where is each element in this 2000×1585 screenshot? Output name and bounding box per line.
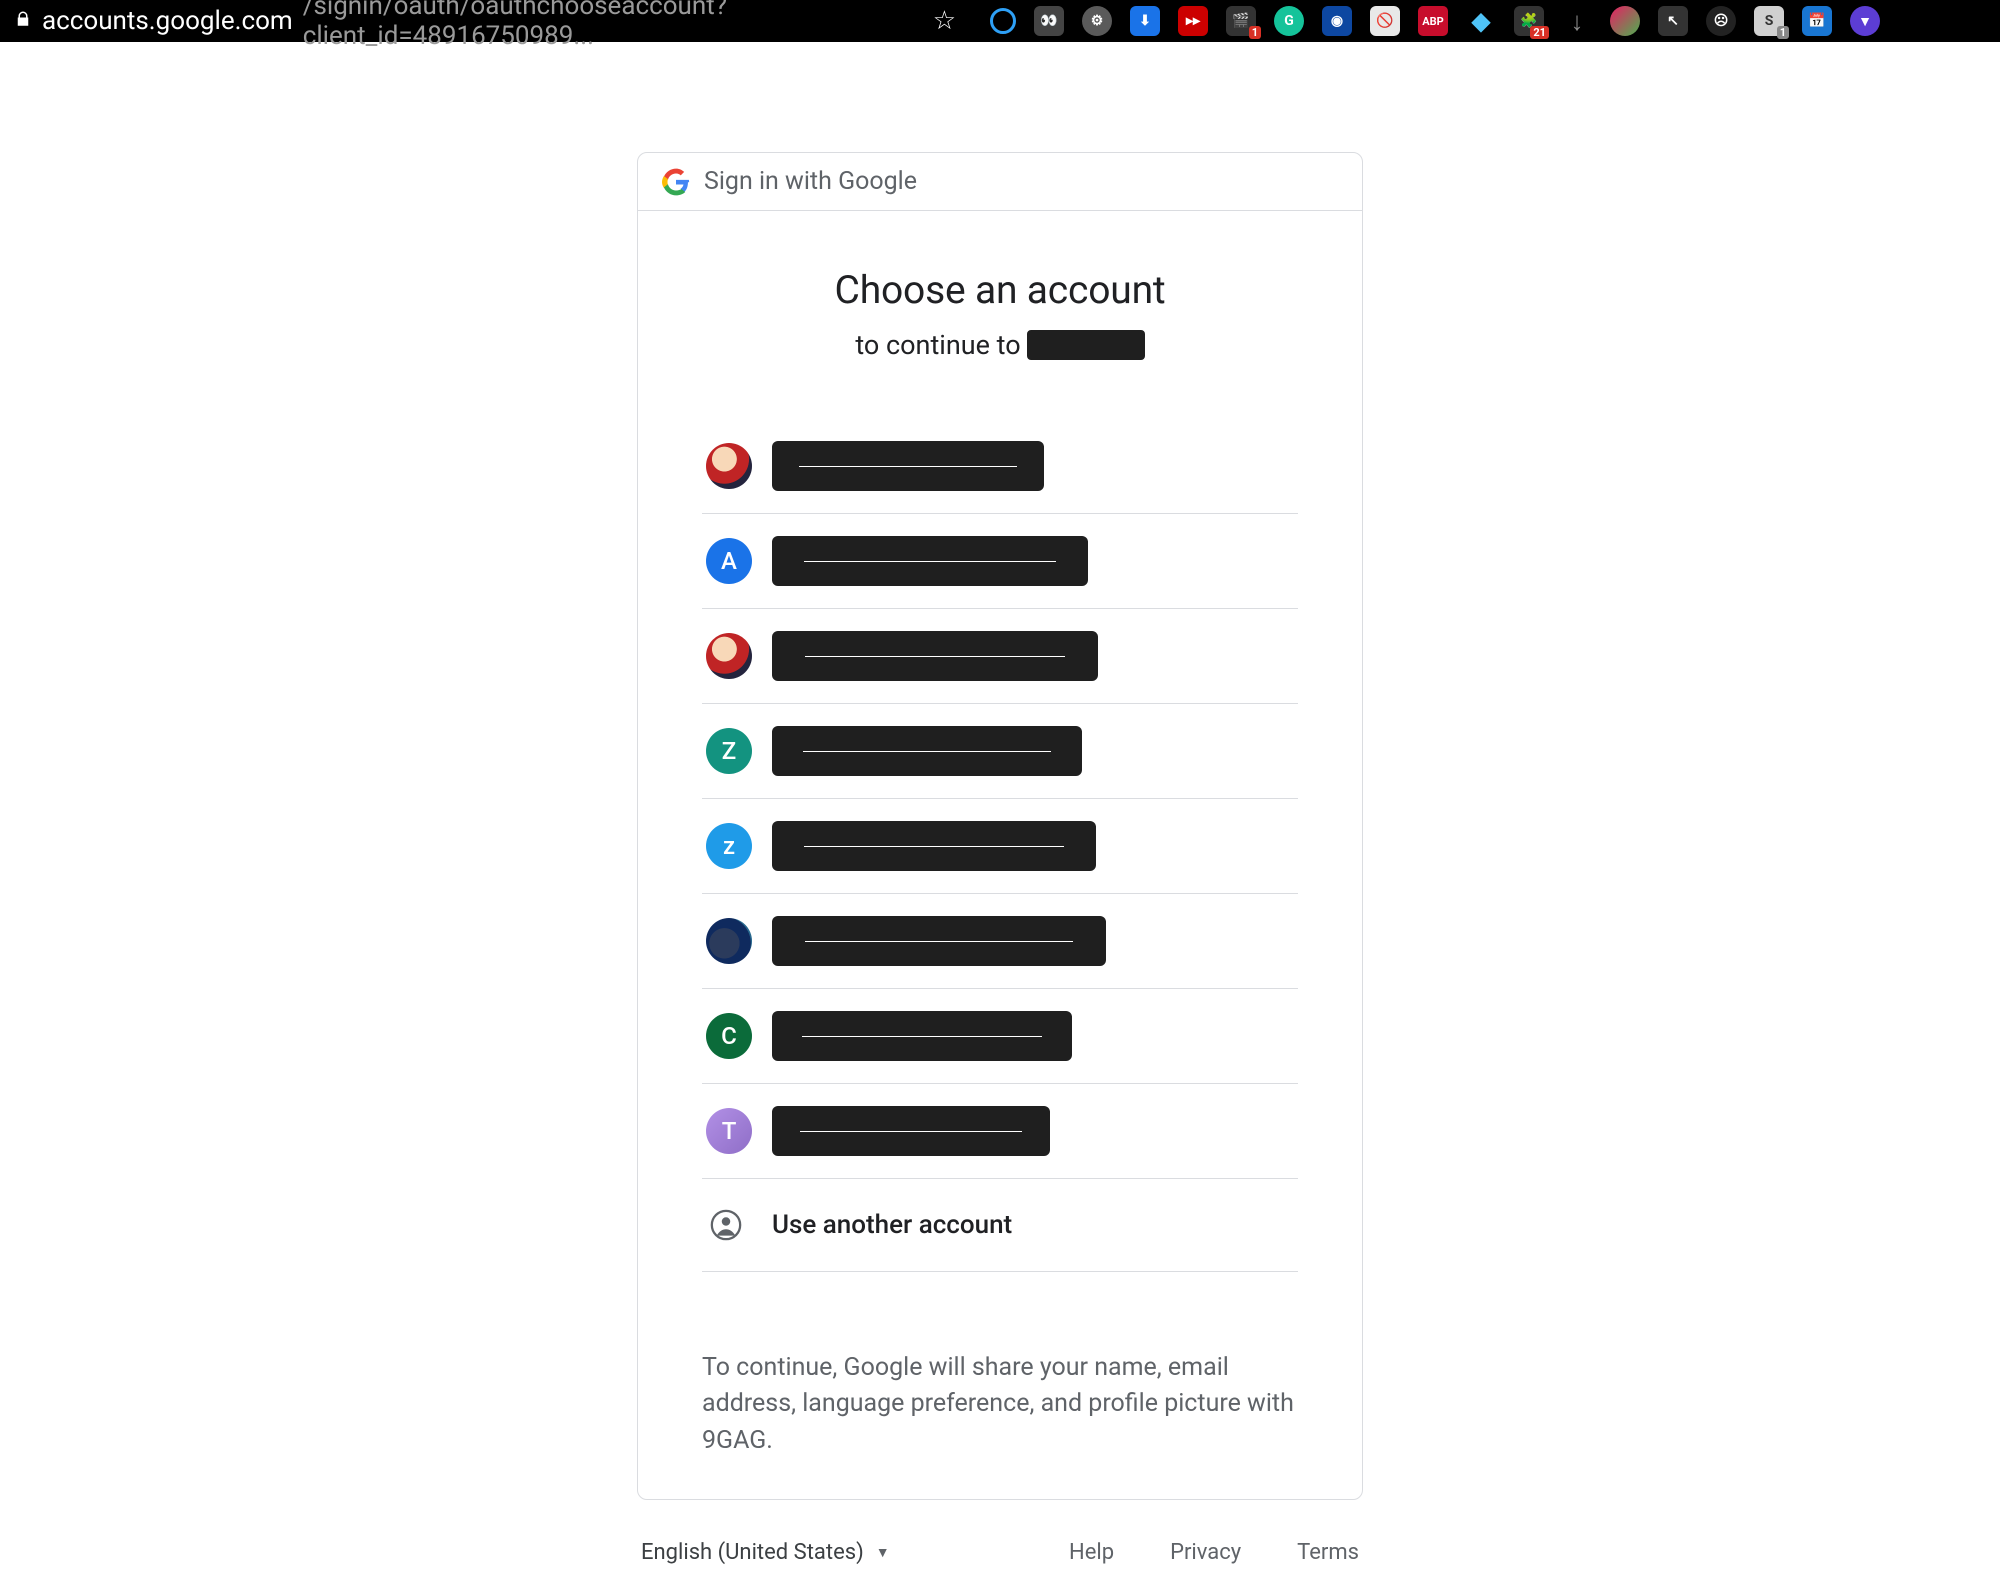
card-header: Sign in with Google: [638, 153, 1362, 211]
footer-links: Help Privacy Terms: [1069, 1540, 1359, 1565]
extension-icons: 👀 ⚙ ⬇ ▸▸ 🎬1 G ◉ 🚫 ABP ◆ 🧩21 ↓ ↖ ☹ S1 📅 ▼: [990, 6, 1880, 36]
ext-icon-puzzle[interactable]: 🧩21: [1514, 6, 1544, 36]
page-footer: English (United States) ▼ Help Privacy T…: [637, 1540, 1363, 1585]
account-row[interactable]: [702, 894, 1298, 989]
account-row[interactable]: [702, 431, 1298, 514]
ext-icon-calendar[interactable]: 📅: [1802, 6, 1832, 36]
bookmark-star-icon[interactable]: ☆: [933, 6, 956, 36]
account-info-redacted: [772, 441, 1044, 491]
ext-icon-face[interactable]: ☹: [1706, 6, 1736, 36]
footer-privacy-link[interactable]: Privacy: [1170, 1540, 1241, 1565]
ext-icon-s[interactable]: S1: [1754, 6, 1784, 36]
ext-icon-diamond[interactable]: ◆: [1466, 6, 1496, 36]
language-label: English (United States): [641, 1540, 864, 1565]
account-row[interactable]: z: [702, 799, 1298, 894]
account-row[interactable]: Z: [702, 704, 1298, 799]
choose-account-headline: Choose an account: [702, 267, 1298, 313]
address-bar[interactable]: accounts.google.com/signin/oauth/oauthch…: [8, 3, 968, 39]
avatar: T: [706, 1108, 752, 1154]
avatar: [706, 918, 752, 964]
continue-to-prefix: to continue to: [855, 329, 1020, 361]
account-info-redacted: [772, 1106, 1050, 1156]
language-selector[interactable]: English (United States) ▼: [641, 1540, 890, 1565]
chevron-down-icon: ▼: [876, 1544, 890, 1561]
url-host: accounts.google.com: [42, 6, 293, 36]
account-info-redacted: [772, 916, 1106, 966]
page-content: Sign in with Google Choose an account to…: [0, 42, 2000, 1585]
account-info-redacted: [772, 821, 1096, 871]
use-another-account-label: Use another account: [772, 1210, 1012, 1240]
signin-with-google-label: Sign in with Google: [704, 167, 917, 196]
ext-icon-owl[interactable]: 👀: [1034, 6, 1064, 36]
account-row[interactable]: [702, 609, 1298, 704]
continue-to-subline: to continue to: [702, 329, 1298, 361]
ext-icon-circle-blue[interactable]: [990, 8, 1016, 34]
ext-icon-grammarly[interactable]: G: [1274, 6, 1304, 36]
footer-help-link[interactable]: Help: [1069, 1540, 1114, 1565]
ext-icon-cursor[interactable]: ↖: [1658, 6, 1688, 36]
ext-icon-funnel[interactable]: ▼: [1850, 6, 1880, 36]
ext-icon-compass[interactable]: [1610, 6, 1640, 36]
avatar: z: [706, 823, 752, 869]
card-body: Choose an account to continue to A Zz C T U…: [638, 211, 1362, 1499]
account-info-redacted: [772, 1011, 1072, 1061]
account-info-redacted: [772, 631, 1098, 681]
account-row[interactable]: T: [702, 1084, 1298, 1179]
avatar: A: [706, 538, 752, 584]
avatar: C: [706, 1013, 752, 1059]
account-info-redacted: [772, 726, 1082, 776]
use-another-account[interactable]: Use another account: [702, 1179, 1298, 1272]
ext-icon-abp[interactable]: ABP: [1418, 6, 1448, 36]
app-name-redacted: [1027, 330, 1145, 360]
ext-icon-download[interactable]: ⬇: [1130, 6, 1160, 36]
ext-icon-video-badge[interactable]: 🎬1: [1226, 6, 1256, 36]
signin-card: Sign in with Google Choose an account to…: [637, 152, 1363, 1500]
ext-icon-gear[interactable]: ⚙: [1082, 6, 1112, 36]
footer-terms-link[interactable]: Terms: [1297, 1540, 1359, 1565]
url-path: /signin/oauth/oauthchooseaccount?client_…: [303, 0, 909, 51]
person-circle-icon: [708, 1207, 744, 1243]
lock-icon: [14, 9, 32, 33]
disclosure-text: To continue, Google will share your name…: [702, 1350, 1298, 1459]
account-row[interactable]: A: [702, 514, 1298, 609]
account-row[interactable]: C: [702, 989, 1298, 1084]
google-logo-icon: [662, 168, 690, 196]
ext-icon-arrow-down[interactable]: ↓: [1562, 6, 1592, 36]
browser-chrome: accounts.google.com/signin/oauth/oauthch…: [0, 0, 2000, 42]
ext-icon-youtube[interactable]: ▸▸: [1178, 6, 1208, 36]
ext-icon-noscript[interactable]: 🚫: [1370, 6, 1400, 36]
avatar: [706, 443, 752, 489]
ext-icon-screenshot[interactable]: ◉: [1322, 6, 1352, 36]
account-info-redacted: [772, 536, 1088, 586]
account-list: A Zz C T: [702, 431, 1298, 1179]
avatar: [706, 633, 752, 679]
avatar: Z: [706, 728, 752, 774]
